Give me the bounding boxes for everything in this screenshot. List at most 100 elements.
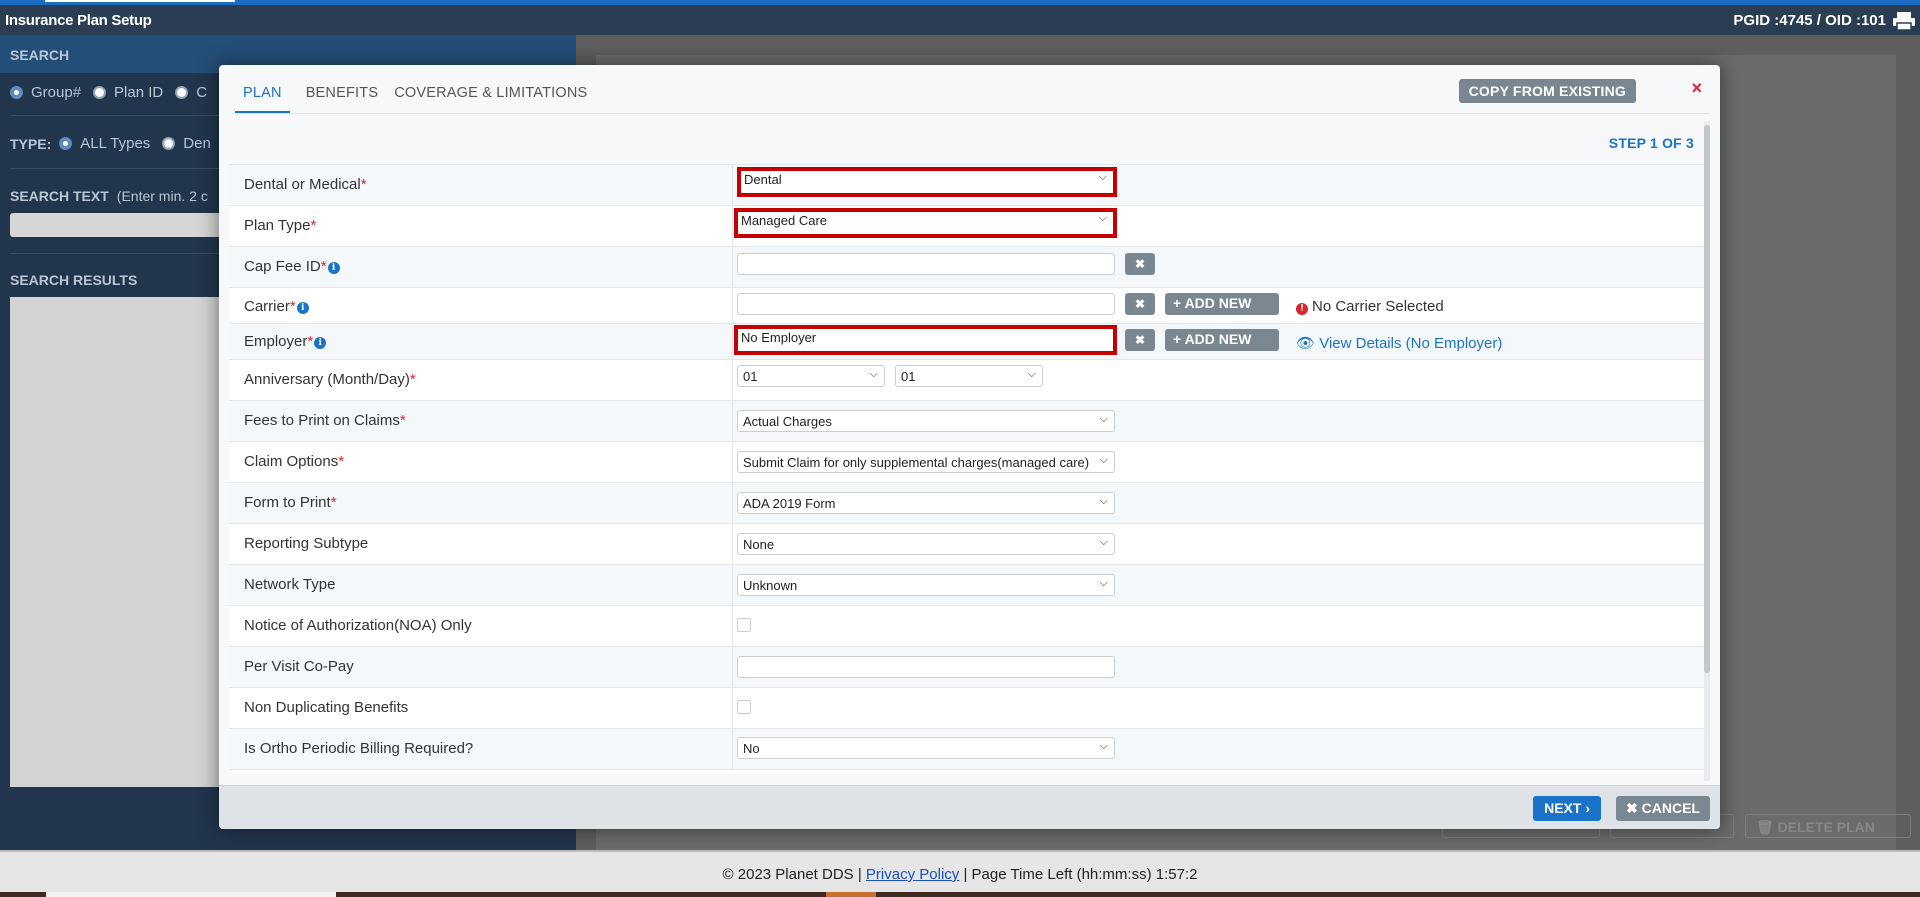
modal-footer: NEXT › ✖ CANCEL bbox=[219, 785, 1720, 829]
label-dental-medical: Dental or Medical* bbox=[244, 176, 367, 193]
anniversary-month-select[interactable]: 01 ⌵ bbox=[737, 365, 885, 387]
row-carrier: Carrier* i ✖ + ADD NEW ! No Carrier Select… bbox=[229, 287, 1707, 323]
reporting-subtype-select[interactable]: None ⌵ bbox=[737, 533, 1115, 555]
privacy-policy-link[interactable]: Privacy Policy bbox=[866, 866, 959, 883]
type-label: TYPE: bbox=[10, 135, 52, 152]
employer-input[interactable]: No Employer bbox=[734, 325, 1117, 355]
column-divider bbox=[732, 165, 733, 205]
radio-plan-id[interactable] bbox=[93, 86, 107, 99]
column-divider bbox=[732, 288, 733, 323]
select-value: Unknown bbox=[743, 578, 798, 593]
plus-icon: + bbox=[1173, 331, 1182, 347]
radio-other[interactable] bbox=[175, 86, 189, 99]
step-indicator: STEP 1 OF 3 bbox=[1608, 135, 1694, 151]
label-form-to-print: Form to Print* bbox=[244, 494, 337, 511]
copy-from-existing-button[interactable]: COPY FROM EXISTING bbox=[1458, 79, 1636, 103]
dental-medical-select[interactable]: Dental ⌵ bbox=[737, 167, 1117, 197]
row-anniversary: Anniversary (Month/Day)* 01 ⌵ 01 ⌵ bbox=[229, 359, 1707, 400]
plan-type-select[interactable]: Managed Care ⌵ bbox=[734, 208, 1117, 238]
required-mark: * bbox=[289, 298, 296, 315]
search-results-header: SEARCH RESULTS bbox=[10, 272, 138, 288]
taskbar-segment bbox=[46, 892, 336, 897]
network-type-select[interactable]: Unknown ⌵ bbox=[737, 574, 1115, 596]
search-by-radio-group: Group# Plan ID C bbox=[10, 84, 207, 101]
clear-cap-fee-button[interactable]: ✖ bbox=[1125, 253, 1155, 275]
label-text: Carrier bbox=[244, 298, 290, 315]
chevron-down-icon: ⌵ bbox=[1098, 171, 1107, 183]
label-text: Plan Type bbox=[244, 217, 311, 234]
add-new-employer-button[interactable]: + ADD NEW bbox=[1165, 329, 1279, 351]
anniversary-day-select[interactable]: 01 ⌵ bbox=[895, 365, 1043, 387]
radio-label-group-number: Group# bbox=[31, 84, 82, 101]
radio-label-dental: Den bbox=[183, 135, 211, 152]
printer-icon[interactable] bbox=[1892, 11, 1916, 31]
info-icon[interactable]: i bbox=[327, 262, 340, 274]
column-divider bbox=[732, 483, 733, 523]
required-mark: * bbox=[330, 494, 337, 511]
form-to-print-select[interactable]: ADA 2019 Form ⌵ bbox=[737, 492, 1115, 514]
clear-employer-button[interactable]: ✖ bbox=[1125, 329, 1155, 351]
fees-to-print-select[interactable]: Actual Charges ⌵ bbox=[737, 410, 1115, 432]
radio-label-plan-id: Plan ID bbox=[114, 84, 164, 101]
label-reporting-subtype: Reporting Subtype bbox=[244, 535, 369, 552]
label-text: Dental or Medical bbox=[244, 176, 361, 193]
radio-group-number[interactable] bbox=[10, 86, 23, 99]
chevron-down-icon: ⌵ bbox=[1099, 495, 1108, 507]
browser-tab-highlight bbox=[45, 0, 235, 2]
radio-label-all-types: ALL Types bbox=[80, 135, 151, 152]
scrollbar-thumb[interactable] bbox=[1704, 125, 1710, 673]
required-mark: * bbox=[310, 217, 317, 234]
ortho-billing-select[interactable]: No ⌵ bbox=[737, 737, 1115, 759]
tab-plan[interactable]: PLAN bbox=[235, 85, 290, 113]
label-carrier: Carrier* i bbox=[244, 298, 309, 315]
no-carrier-status: ! No Carrier Selected bbox=[1296, 298, 1444, 315]
cap-fee-id-input[interactable] bbox=[737, 253, 1115, 275]
search-text-hint: (Enter min. 2 c bbox=[116, 188, 208, 204]
label-cap-fee-id: Cap Fee ID* i bbox=[244, 258, 340, 275]
insurance-plan-modal: PLAN BENEFITS COVERAGE & LIMITATIONS COP… bbox=[219, 65, 1720, 829]
chevron-down-icon: ⌵ bbox=[1099, 413, 1108, 425]
add-new-label: ADD NEW bbox=[1184, 331, 1252, 347]
select-value: 01 bbox=[743, 369, 758, 384]
row-reporting-subtype: Reporting Subtype None ⌵ bbox=[229, 523, 1707, 564]
required-mark: * bbox=[399, 412, 406, 429]
next-button[interactable]: NEXT › bbox=[1533, 796, 1601, 821]
modal-tabs: PLAN BENEFITS COVERAGE & LIMITATIONS bbox=[235, 85, 603, 113]
add-new-carrier-button[interactable]: + ADD NEW bbox=[1165, 293, 1279, 315]
label-fees-to-print: Fees to Print on Claims* bbox=[244, 412, 406, 429]
radio-all-types[interactable] bbox=[59, 137, 73, 150]
tab-benefits[interactable]: BENEFITS bbox=[306, 85, 379, 113]
carrier-input[interactable] bbox=[737, 293, 1115, 315]
label-anniversary: Anniversary (Month/Day)* bbox=[244, 371, 416, 388]
close-icon[interactable]: × bbox=[1691, 78, 1702, 99]
tab-coverage-limitations[interactable]: COVERAGE & LIMITATIONS bbox=[394, 85, 587, 113]
radio-dental[interactable] bbox=[162, 137, 176, 150]
required-mark: * bbox=[360, 176, 367, 193]
required-mark: * bbox=[307, 333, 314, 350]
app-header: Insurance Plan Setup PGID :4745 / OID :1… bbox=[0, 5, 1920, 35]
type-radio-group: TYPE: ALL Types Den bbox=[10, 135, 211, 152]
column-divider bbox=[732, 442, 733, 482]
chevron-down-icon: ⌵ bbox=[1027, 368, 1036, 380]
info-icon[interactable]: i bbox=[314, 337, 327, 349]
select-value: Actual Charges bbox=[743, 414, 832, 429]
per-visit-copay-input[interactable] bbox=[737, 656, 1115, 678]
noa-only-checkbox[interactable] bbox=[737, 618, 751, 632]
claim-options-select[interactable]: Submit Claim for only supplemental charg… bbox=[737, 451, 1115, 473]
row-next-partial bbox=[229, 769, 1707, 774]
column-divider bbox=[732, 524, 733, 564]
label-per-visit-copay: Per Visit Co-Pay bbox=[244, 658, 354, 675]
required-mark: * bbox=[338, 453, 345, 470]
select-value: Dental bbox=[744, 172, 782, 187]
non-duplicating-checkbox[interactable] bbox=[737, 700, 751, 714]
clear-carrier-button[interactable]: ✖ bbox=[1125, 293, 1155, 315]
trash-icon: 🗑 bbox=[1756, 819, 1774, 835]
label-text: Cap Fee ID bbox=[244, 258, 321, 275]
app-title: Insurance Plan Setup bbox=[5, 12, 152, 29]
info-icon[interactable]: i bbox=[296, 302, 309, 314]
label-noa-only: Notice of Authorization(NOA) Only bbox=[244, 617, 472, 634]
cancel-button[interactable]: ✖ CANCEL bbox=[1616, 796, 1710, 821]
employer-value: No Employer bbox=[741, 330, 817, 345]
chevron-down-icon: ⌵ bbox=[1098, 212, 1107, 224]
view-details-link[interactable]: 👁 View Details (No Employer) bbox=[1296, 334, 1502, 352]
